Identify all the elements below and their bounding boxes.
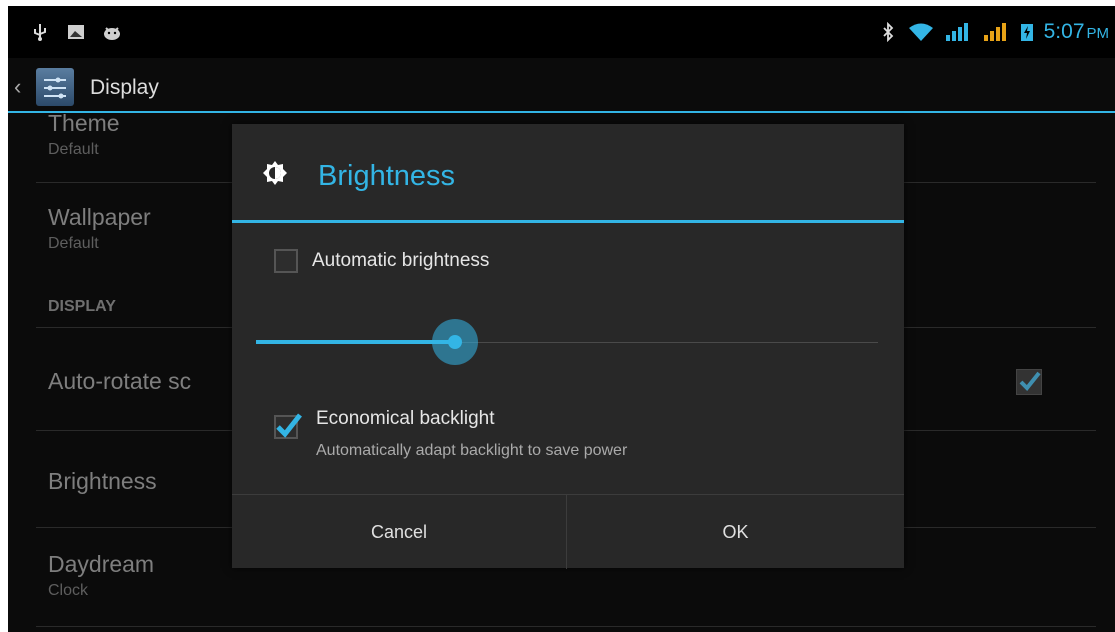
cancel-button[interactable]: Cancel (232, 495, 567, 569)
android-screen: 5:07 PM ‹ Display Theme Default Wallpaper… (8, 6, 1115, 632)
economical-backlight-summary: Automatically adapt backlight to save po… (316, 442, 628, 459)
wifi-icon (908, 23, 933, 41)
check-icon (1019, 371, 1041, 391)
pref-auto-rotate-title: Auto-rotate sc (48, 368, 192, 394)
action-bar-divider (8, 111, 1115, 113)
settings-app-icon[interactable] (36, 68, 74, 106)
pref-daydream-title: Daydream (48, 551, 155, 577)
screenshot-icon (68, 25, 84, 39)
pref-wallpaper-summary: Default (48, 235, 99, 252)
brightness-dialog: Brightness Automatic brightness Economic… (232, 124, 904, 569)
pref-theme[interactable]: Theme Default (48, 110, 120, 159)
divider (36, 626, 1096, 627)
brightness-slider-fill (256, 340, 456, 344)
pref-brightness[interactable]: Brightness (48, 468, 157, 495)
economical-backlight-label[interactable]: Economical backlight (316, 408, 494, 430)
sliders-icon (44, 77, 66, 99)
status-bar: 5:07 PM (8, 6, 1115, 58)
signal-icon-2 (983, 23, 1006, 41)
auto-rotate-checkbox[interactable] (1016, 369, 1042, 395)
pref-theme-summary: Default (48, 141, 99, 158)
battery-icon (1020, 24, 1033, 41)
ok-button[interactable]: OK (567, 495, 904, 569)
back-chevron-icon[interactable]: ‹ (14, 74, 21, 100)
automatic-brightness-label[interactable]: Automatic brightness (312, 250, 489, 272)
clock: 5:07 PM (1043, 20, 1109, 43)
category-display: DISPLAY (48, 298, 116, 315)
pref-auto-rotate[interactable]: Auto-rotate sc (48, 368, 191, 395)
pref-daydream[interactable]: Daydream Clock (48, 551, 154, 600)
economical-backlight-checkbox[interactable] (274, 413, 302, 439)
brightness-slider-thumb[interactable] (448, 335, 463, 349)
usb-icon (34, 24, 46, 41)
pref-wallpaper[interactable]: Wallpaper Default (48, 204, 151, 253)
pref-brightness-title: Brightness (48, 468, 157, 494)
automatic-brightness-checkbox[interactable] (274, 249, 298, 273)
pref-theme-title: Theme (48, 110, 120, 136)
check-icon (276, 413, 302, 438)
android-debug-icon (104, 27, 120, 40)
notification-icons (30, 22, 122, 42)
bluetooth-icon (882, 22, 893, 42)
action-bar: ‹ Display (8, 66, 1115, 111)
signal-icon (945, 23, 968, 41)
system-icons: 5:07 PM (878, 20, 1109, 44)
brightness-icon (263, 161, 287, 185)
dialog-button-bar: Cancel OK (232, 494, 904, 569)
dialog-title: Brightness (318, 160, 456, 192)
pref-daydream-summary: Clock (48, 582, 89, 599)
pref-wallpaper-title: Wallpaper (48, 204, 151, 230)
page-title: Display (90, 76, 159, 99)
dialog-title-divider (232, 220, 904, 223)
